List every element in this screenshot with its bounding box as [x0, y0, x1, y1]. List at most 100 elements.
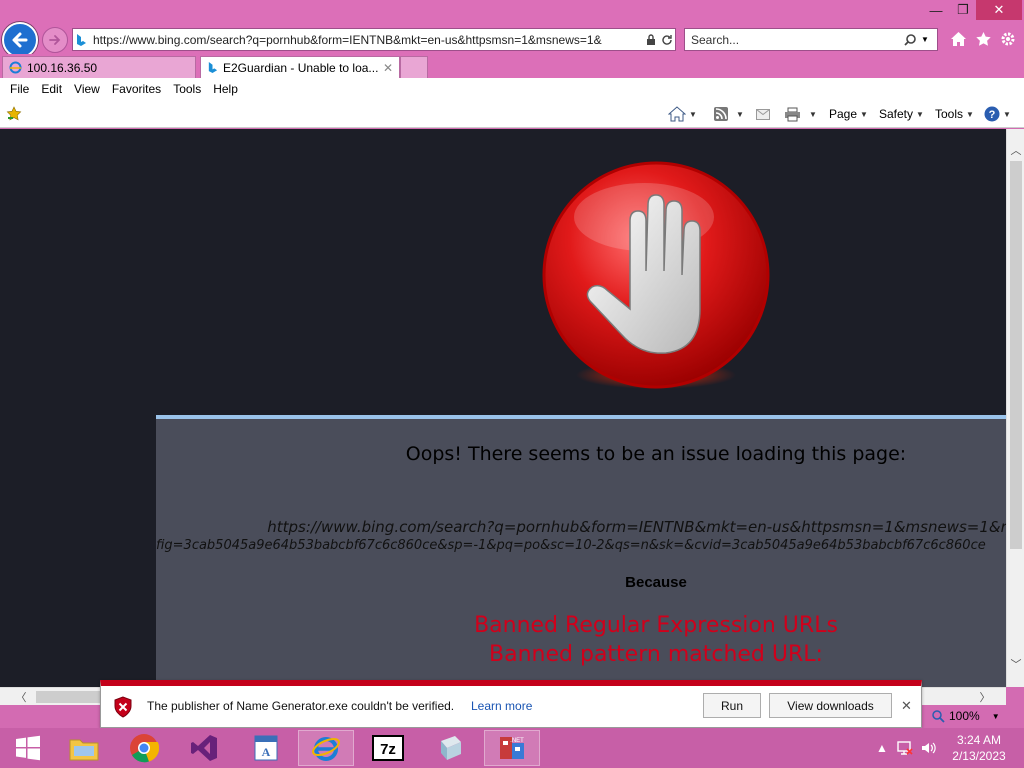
start-button[interactable] [0, 730, 56, 766]
print-dropdown-caret[interactable]: ▼ [809, 110, 817, 119]
scroll-up-arrow-icon[interactable]: ︿ [1007, 141, 1024, 159]
volume-icon[interactable] [920, 728, 936, 768]
zoom-magnifier-icon [932, 709, 945, 723]
dotnet-app-icon: .NET [500, 737, 524, 759]
taskbar: A 7z .NET ▲ 3:24 AM 2/13/2023 [0, 728, 1024, 768]
tab-label: 100.16.36.50 [27, 60, 98, 75]
page-menu-label: Page [829, 107, 858, 121]
menu-tools[interactable]: Tools [167, 82, 207, 96]
system-clock[interactable]: 3:24 AM 2/13/2023 [944, 732, 1014, 764]
run-button[interactable]: Run [703, 693, 761, 718]
command-bar: ▼ ▼ ▼ Page ▼ Safety ▼ Tools ▼ ? ▼ [0, 100, 1024, 128]
back-button[interactable] [2, 22, 38, 58]
read-mail-icon[interactable] [756, 105, 770, 123]
favorites-star-icon[interactable] [971, 28, 995, 50]
back-arrow-icon [12, 32, 28, 48]
notification-close-icon[interactable]: ✕ [901, 698, 912, 714]
tab-strip: 100.16.36.50 E2Guardian - Unable to loa.… [0, 54, 1024, 78]
tab-ip-address[interactable]: 100.16.36.50 [2, 56, 196, 78]
visual-studio-button[interactable] [176, 730, 232, 766]
tools-menu-label: Tools [935, 107, 964, 121]
zoom-dropdown-caret[interactable]: ▼ [992, 712, 1000, 721]
scroll-right-arrow-icon[interactable]: 〉 [976, 688, 994, 706]
ie-icon [9, 61, 22, 74]
lock-icon[interactable] [643, 32, 659, 48]
clock-time: 3:24 AM [956, 733, 1002, 747]
feeds-button[interactable]: ▼ [714, 105, 744, 123]
page-menu-button[interactable]: Page ▼ [829, 105, 868, 123]
file-explorer-button[interactable] [56, 730, 112, 766]
rss-feed-icon [714, 107, 728, 121]
scroll-down-arrow-icon[interactable]: ﹀ [1007, 655, 1024, 673]
address-bar[interactable]: https://www.bing.com/search?q=pornhub&fo… [72, 28, 676, 51]
menu-edit[interactable]: Edit [35, 82, 68, 96]
windows-logo-icon [16, 735, 40, 761]
feeds-dropdown-caret[interactable]: ▼ [736, 110, 744, 119]
search-box[interactable]: Search... ▼ [684, 28, 938, 51]
menu-file[interactable]: File [4, 82, 35, 96]
menu-favorites[interactable]: Favorites [106, 82, 167, 96]
page-content: Oops! There seems to be an issue loading… [0, 129, 1006, 687]
internet-explorer-button[interactable] [298, 730, 354, 766]
menu-bar: File Edit View Favorites Tools Help [0, 78, 1024, 100]
7zip-button[interactable]: 7z [360, 730, 416, 766]
svg-text:7z: 7z [380, 741, 396, 758]
vertical-scroll-thumb[interactable] [1010, 161, 1022, 549]
tab-label: E2Guardian - Unable to loa... [223, 60, 379, 75]
stop-hand-icon [542, 161, 770, 389]
search-icon[interactable] [899, 33, 921, 47]
tab-close-icon[interactable]: ✕ [383, 61, 393, 75]
app-cube-icon [441, 736, 461, 760]
help-button[interactable]: ? ▼ [984, 105, 1011, 123]
minimize-button[interactable]: — [922, 0, 950, 20]
chrome-button[interactable] [116, 730, 172, 766]
wordpad-icon: A [254, 735, 278, 761]
tools-menu-button[interactable]: Tools ▼ [935, 105, 974, 123]
horizontal-scroll-thumb[interactable] [36, 691, 106, 703]
safety-menu-button[interactable]: Safety ▼ [879, 105, 924, 123]
view-downloads-button[interactable]: View downloads [769, 693, 892, 718]
settings-gear-icon[interactable] [996, 28, 1020, 50]
zoom-control[interactable]: 100% ▼ [932, 708, 1000, 724]
show-hidden-icons-button[interactable]: ▲ [876, 728, 888, 768]
svg-text:?: ? [989, 109, 996, 121]
forward-arrow-icon [49, 35, 61, 45]
search-placeholder[interactable]: Search... [691, 33, 899, 47]
7zip-icon: 7z [372, 735, 404, 761]
menu-view[interactable]: View [68, 82, 106, 96]
new-tab-button[interactable] [400, 56, 428, 78]
restore-button[interactable]: ❐ [950, 0, 976, 20]
forward-button[interactable] [42, 27, 68, 53]
scroll-left-arrow-icon[interactable]: 〈 [12, 688, 30, 706]
vertical-scrollbar[interactable]: ︿ ﹀ [1006, 129, 1024, 687]
add-favorite-icon[interactable] [6, 105, 22, 123]
network-icon[interactable] [896, 728, 914, 768]
home-cmd-icon [668, 106, 686, 122]
safety-menu-label: Safety [879, 107, 914, 121]
zoom-level: 100% [949, 709, 980, 723]
home-dropdown-caret[interactable]: ▼ [689, 110, 697, 119]
block-message-panel: Oops! There seems to be an issue loading… [156, 415, 1006, 687]
close-window-button[interactable]: ✕ [976, 0, 1022, 20]
bing-icon [207, 61, 218, 74]
learn-more-link[interactable]: Learn more [471, 699, 532, 713]
svg-text:.NET: .NET [510, 738, 524, 744]
block-reason-2: Banned pattern matched URL: [489, 642, 823, 667]
dotnet-app-button[interactable]: .NET [484, 730, 540, 766]
clock-date: 2/13/2023 [952, 749, 1006, 763]
block-reason-1: Banned Regular Expression URLs [474, 613, 838, 638]
refresh-icon[interactable] [659, 32, 675, 48]
help-question-icon: ? [984, 106, 1000, 122]
tab-e2guardian[interactable]: E2Guardian - Unable to loa... ✕ [200, 56, 400, 78]
wordpad-button[interactable]: A [238, 730, 294, 766]
search-dropdown-icon[interactable]: ▼ [921, 35, 937, 44]
print-button[interactable]: ▼ [784, 105, 817, 123]
virtualbox-app-button[interactable] [422, 730, 478, 766]
menu-help[interactable]: Help [207, 82, 244, 96]
svg-text:A: A [262, 745, 271, 759]
because-label: Because [625, 574, 687, 591]
address-url[interactable]: https://www.bing.com/search?q=pornhub&fo… [89, 33, 643, 47]
home-command-button[interactable]: ▼ [668, 105, 697, 123]
home-icon[interactable] [946, 28, 970, 50]
internet-explorer-icon [312, 737, 340, 761]
